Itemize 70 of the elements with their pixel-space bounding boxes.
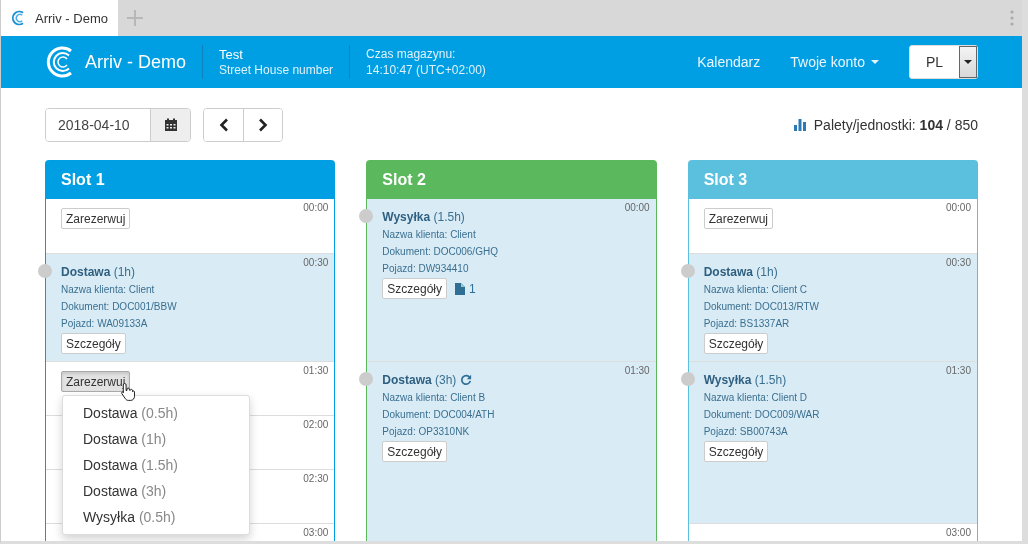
time-label: 01:30 — [624, 365, 650, 376]
time-label: 00:30 — [303, 257, 329, 268]
client-name: Nazwa klienta: Client B — [382, 391, 486, 405]
vehicle-number: Pojazd: BS1337AR — [703, 317, 790, 331]
book-button[interactable]: Zarezerwuj — [61, 208, 131, 229]
slot-header: Slot 2 — [367, 161, 656, 199]
time-label: 01:30 — [945, 365, 971, 376]
clock-label: Czas magazynu: — [366, 46, 457, 62]
book-button[interactable]: Zarezerwuj — [703, 208, 773, 229]
vehicle-number: Pojazd: SB00743A — [703, 425, 788, 439]
details-button[interactable]: Szczegóły — [703, 441, 769, 462]
client-name: Nazwa klienta: Client C — [703, 283, 808, 297]
date-field[interactable]: 2018-04-10 — [45, 108, 191, 142]
menu-item[interactable]: Dostawa (0.5h) — [63, 400, 249, 426]
time-label: 01:30 — [303, 365, 329, 376]
clock-value: 14:10:47 (UTC+02:00) — [366, 62, 486, 78]
menu-item[interactable]: Dostawa (3h) — [63, 478, 249, 504]
document-number: Dokument: DOC001/BBW — [61, 300, 177, 314]
client-name: Nazwa klienta: Client D — [703, 391, 808, 405]
caret-icon[interactable] — [871, 60, 879, 64]
client-name: Nazwa klienta: Client — [382, 228, 476, 242]
time-label: 03:00 — [945, 527, 971, 538]
booking-title: Wysyłka (1.5h) — [703, 372, 787, 387]
status-dot — [359, 209, 374, 223]
attachment-count: 1 — [469, 281, 476, 296]
booking-title: Dostawa (1h) — [703, 264, 778, 279]
document-number: Dokument: DOC013/RTW — [703, 300, 820, 314]
language-select[interactable]: PL — [909, 45, 978, 79]
book-button[interactable]: Zarezerwuj — [61, 371, 131, 392]
status-dot — [680, 372, 695, 386]
document-number: Dokument: DOC004/ATH — [382, 408, 495, 422]
browser-tab[interactable]: Arriv - Demo — [1, 0, 118, 36]
location-name: Test — [219, 46, 244, 62]
client-name: Nazwa klienta: Client — [61, 283, 155, 297]
booking-title: Wysyłka (1.5h) — [382, 209, 465, 224]
details-button[interactable]: Szczegóły — [382, 441, 448, 462]
calendar-button[interactable] — [150, 109, 190, 141]
slot-header: Slot 3 — [688, 161, 977, 199]
slot-header: Slot 1 — [46, 161, 335, 199]
status-dot — [680, 264, 695, 278]
menu-item[interactable]: Wysyłka (0.5h) — [63, 504, 249, 530]
booking-title: Dostawa (3h) — [382, 372, 457, 387]
vehicle-number: Pojazd: WA09133A — [61, 317, 148, 331]
time-label: 00:00 — [945, 202, 971, 213]
time-label: 00:00 — [303, 202, 329, 213]
time-label: 02:00 — [303, 419, 329, 430]
chevron-right-icon — [258, 118, 268, 132]
details-button[interactable]: Szczegóły — [61, 333, 126, 354]
time-label: 00:00 — [624, 202, 650, 213]
calendar-icon — [163, 118, 178, 132]
time-label: 00:30 — [945, 257, 971, 268]
document-number: Dokument: DOC009/WAR — [703, 408, 820, 422]
time-label: 02:30 — [303, 473, 329, 484]
next-button[interactable] — [243, 109, 282, 141]
vehicle-number: Pojazd: DW934410 — [382, 262, 469, 276]
chevron-left-icon — [218, 118, 229, 132]
details-button[interactable]: Szczegóły — [382, 278, 448, 299]
vehicle-number: Pojazd: OP3310NK — [382, 425, 470, 439]
document-number: Dokument: DOC006/GHQ — [382, 245, 498, 259]
location-address: Street House number — [219, 61, 334, 78]
booking-title: Dostawa (1h) — [61, 264, 136, 279]
menu-item[interactable]: Dostawa (1.5h) — [63, 452, 249, 478]
bar-chart-icon — [793, 119, 806, 131]
details-button[interactable]: Szczegóły — [703, 333, 769, 354]
menu-item[interactable]: Dostawa (1h) — [63, 426, 249, 452]
pallets-summary: Palety/jednostki: 104 / 850 — [813, 117, 978, 133]
status-dot — [38, 264, 52, 278]
status-dot — [359, 372, 374, 386]
time-label: 03:00 — [303, 527, 329, 538]
document-icon[interactable] — [455, 282, 466, 295]
